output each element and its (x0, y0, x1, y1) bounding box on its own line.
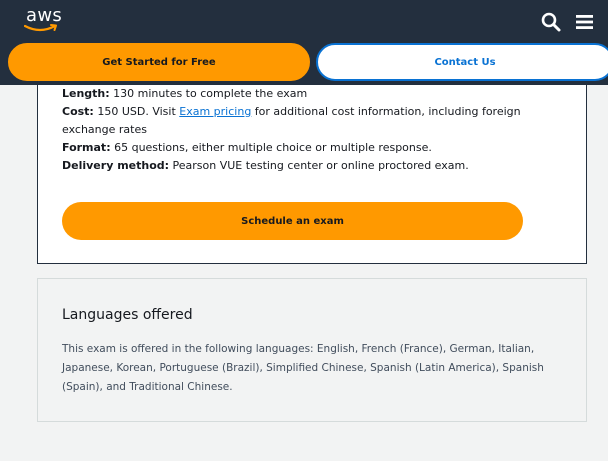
schedule-exam-button[interactable]: Schedule an exam (62, 202, 523, 240)
format-label: Format: (62, 141, 111, 154)
search-icon[interactable] (540, 11, 562, 33)
top-navigation: aws (0, 0, 608, 42)
languages-title: Languages offered (62, 307, 193, 323)
length-value: 130 minutes to complete the exam (109, 87, 308, 100)
contact-us-button[interactable]: Contact Us (316, 43, 608, 81)
aws-logo[interactable]: aws (22, 5, 68, 37)
smile-arrow-icon (24, 24, 57, 32)
get-started-button[interactable]: Get Started for Free (8, 43, 310, 81)
languages-body: This exam is offered in the following la… (62, 343, 544, 393)
exam-details-card: Length: 130 minutes to complete the exam… (37, 85, 587, 264)
hamburger-menu-icon[interactable] (574, 11, 596, 33)
logo-text: aws (26, 5, 63, 26)
exam-pricing-link[interactable]: Exam pricing (179, 105, 251, 118)
delivery-value: Pearson VUE testing center or online pro… (169, 159, 469, 172)
length-row: Length: 130 minutes to complete the exam (62, 85, 567, 103)
exam-details: Length: 130 minutes to complete the exam… (62, 85, 567, 175)
cost-value: 150 USD. Visit (93, 105, 180, 118)
length-label: Length: (62, 87, 110, 100)
cost-label: Cost: (62, 105, 94, 118)
format-value: 65 questions, either multiple choice or … (110, 141, 432, 154)
format-row: Format: 65 questions, either multiple ch… (62, 139, 567, 157)
languages-card: Languages offered This exam is offered i… (37, 278, 587, 422)
cost-row: Cost: 150 USD. Visit Exam pricing for ad… (62, 103, 567, 139)
delivery-row: Delivery method: Pearson VUE testing cen… (62, 157, 567, 175)
delivery-label: Delivery method: (62, 159, 170, 172)
